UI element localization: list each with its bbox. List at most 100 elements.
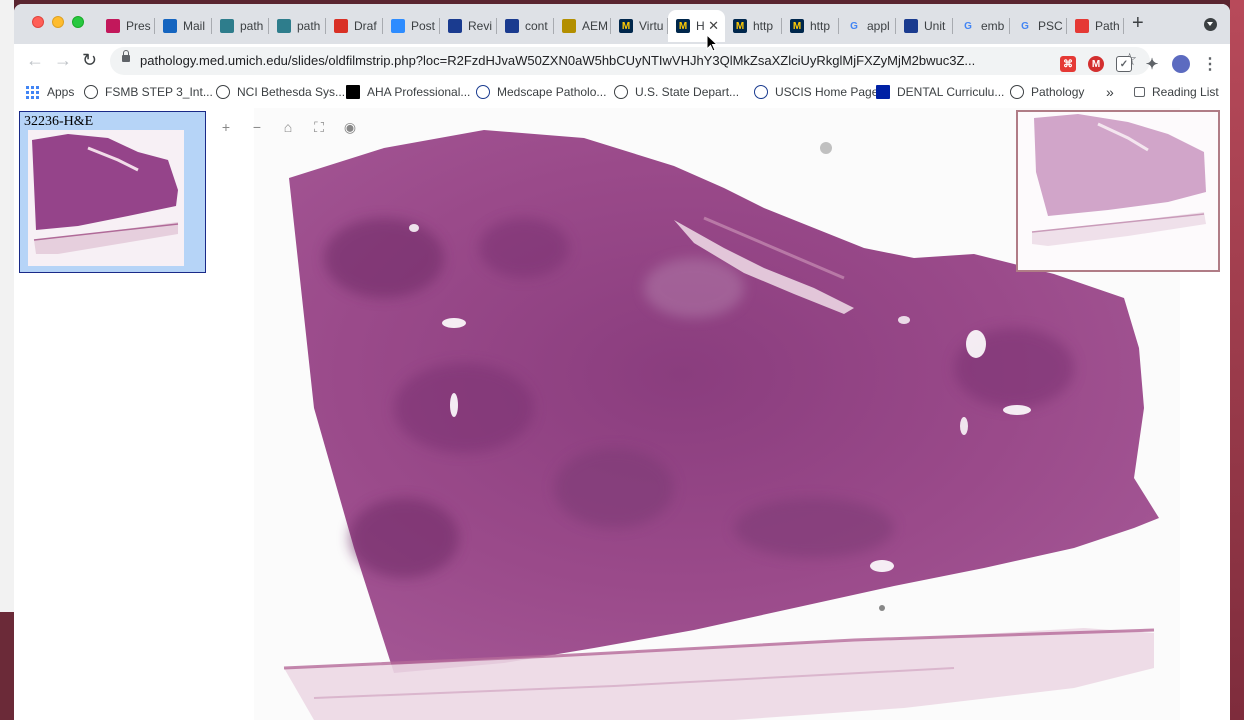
- browser-tab[interactable]: Post: [383, 10, 440, 42]
- tab-title: AEM: [582, 19, 609, 33]
- browser-tab[interactable]: Gemb: [953, 10, 1010, 42]
- tab-title: PSC: [1038, 19, 1063, 33]
- pathpresenter-icon: [277, 19, 291, 33]
- tab-title: H: [696, 19, 705, 33]
- browser-tab[interactable]: Mail: [155, 10, 212, 42]
- globe-icon: [216, 85, 230, 99]
- shield-extension-icon[interactable]: ✓: [1116, 56, 1132, 72]
- window-close-button[interactable]: [32, 16, 44, 28]
- browser-tab[interactable]: G PSC: [1010, 10, 1067, 42]
- tab-title: Path: [1095, 19, 1120, 33]
- slide-thumbnail-image[interactable]: [28, 130, 184, 266]
- apps-grid-icon: [26, 85, 39, 99]
- extensions-puzzle-icon[interactable]: ✦: [1144, 56, 1160, 73]
- new-tab-button[interactable]: +: [1132, 12, 1144, 34]
- zoom-in-button[interactable]: +: [215, 116, 237, 138]
- globe-icon: [84, 85, 98, 99]
- bookmark-item[interactable]: Medscape Patholo...: [476, 85, 606, 99]
- tab-separator: [1123, 18, 1124, 34]
- bookmark-item[interactable]: AHA Professional...: [346, 85, 470, 99]
- uscis-icon: [754, 85, 768, 99]
- window-maximize-button[interactable]: [72, 16, 84, 28]
- browser-tab[interactable]: Path: [1067, 10, 1124, 42]
- google-icon: G: [964, 20, 972, 32]
- tab-title: Post: [411, 19, 436, 33]
- browser-tab[interactable]: path: [212, 10, 269, 42]
- pubmed-icon: [505, 19, 519, 33]
- google-icon: G: [850, 20, 858, 32]
- umich-icon: M: [733, 19, 747, 33]
- bookmark-label: USCIS Home Page: [775, 85, 879, 99]
- fullscreen-button[interactable]: ⛶: [308, 116, 330, 138]
- slide-thumbnail-panel[interactable]: 32236-H&E: [19, 111, 206, 273]
- tab-title: http: [810, 19, 831, 33]
- close-tab-icon[interactable]: ✕: [708, 18, 719, 34]
- tab-title: Mail: [183, 19, 206, 33]
- menu-kebab-icon[interactable]: ⋮: [1202, 56, 1218, 73]
- umich-icon: M: [619, 19, 633, 33]
- tab-title: Unit: [924, 19, 946, 33]
- presentation-icon: [106, 19, 120, 33]
- mendeley-extension-icon[interactable]: M: [1088, 56, 1104, 72]
- bookmark-item[interactable]: FSMB STEP 3_Int...: [84, 85, 213, 99]
- bookmark-label: U.S. State Depart...: [635, 85, 740, 99]
- bookmark-item[interactable]: USCIS Home Page: [754, 85, 878, 99]
- gmail-icon: [334, 19, 348, 33]
- bookmark-label: NCI Bethesda Sys...: [237, 85, 346, 99]
- browser-tab[interactable]: Mhttp: [725, 10, 782, 42]
- umich-icon: M: [790, 19, 804, 33]
- browser-tab[interactable]: Gappl: [839, 10, 896, 42]
- pubmed-icon: [904, 19, 918, 33]
- bookmark-label: FSMB STEP 3_Int...: [105, 85, 213, 99]
- pathpresenter-icon: [220, 19, 234, 33]
- bookmark-label: Medscape Patholo...: [497, 85, 607, 99]
- bookmark-label: AHA Professional...: [367, 85, 471, 99]
- browser-tab[interactable]: Unit: [896, 10, 953, 42]
- zoom-icon: [391, 19, 405, 33]
- bookmark-item[interactable]: DENTAL Curriculu...: [876, 85, 1004, 99]
- profile-avatar[interactable]: [1172, 55, 1190, 73]
- bookmark-item[interactable]: NCI Bethesda Sys...: [216, 85, 345, 99]
- pathology-gear-icon: [1075, 19, 1089, 33]
- browser-tab[interactable]: Pres: [98, 10, 155, 42]
- aha-icon: [346, 85, 360, 99]
- person-icon: [1010, 85, 1024, 99]
- bookmark-item[interactable]: U.S. State Depart...: [614, 85, 739, 99]
- desktop-wallpaper-right: [1230, 0, 1244, 720]
- back-button[interactable]: ←: [26, 50, 44, 70]
- tab-title: Virtu: [639, 19, 664, 33]
- browser-tab[interactable]: Draf: [326, 10, 383, 42]
- outlook-icon: [163, 19, 177, 33]
- address-bar[interactable]: pathology.med.umich.edu/slides/oldfilmst…: [110, 47, 1150, 75]
- slide-viewer-page: 32236-H&E + − ⌂ ⛶ ◉: [14, 108, 1230, 720]
- uf-icon: [876, 85, 890, 99]
- tab-title: emb: [981, 19, 1005, 33]
- bookmark-label: DENTAL Curriculu...: [897, 85, 1005, 99]
- slide-label: 32236-H&E: [24, 114, 94, 129]
- home-button[interactable]: ⌂: [277, 116, 299, 138]
- pdf-extension-icon[interactable]: ⌘: [1060, 56, 1076, 72]
- mouse-cursor-icon: [706, 34, 719, 52]
- browser-tab[interactable]: Mhttp: [782, 10, 839, 42]
- desktop-wallpaper: [0, 612, 14, 720]
- tab-search-icon[interactable]: [1204, 18, 1217, 31]
- bookmark-apps[interactable]: Apps: [26, 85, 74, 99]
- reload-button[interactable]: ↻: [82, 50, 97, 70]
- browser-toolbar: ← → ↻ pathology.med.umich.edu/slides/old…: [14, 44, 1230, 78]
- zoom-out-button[interactable]: −: [246, 116, 268, 138]
- browser-tab[interactable]: AEM: [554, 10, 611, 42]
- browser-tab[interactable]: Revi: [440, 10, 497, 42]
- reading-list-button[interactable]: Reading List: [1134, 85, 1219, 99]
- browser-tab[interactable]: path: [269, 10, 326, 42]
- tab-title: Draf: [354, 19, 377, 33]
- window-minimize-button[interactable]: [52, 16, 64, 28]
- tab-strip: Pres Mail path path Draf Post Revi cont AEM M Virt…: [14, 4, 1230, 44]
- forward-button[interactable]: →: [54, 50, 72, 70]
- bookmarks-overflow-button[interactable]: »: [1106, 84, 1114, 100]
- snapshot-button[interactable]: ◉: [339, 116, 361, 138]
- browser-tab[interactable]: M Virtu: [611, 10, 668, 42]
- tab-title: appl: [867, 19, 890, 33]
- browser-tab[interactable]: cont: [497, 10, 554, 42]
- bookmark-item[interactable]: Pathology: [1010, 85, 1084, 99]
- slide-navigator-overview[interactable]: [1016, 110, 1220, 272]
